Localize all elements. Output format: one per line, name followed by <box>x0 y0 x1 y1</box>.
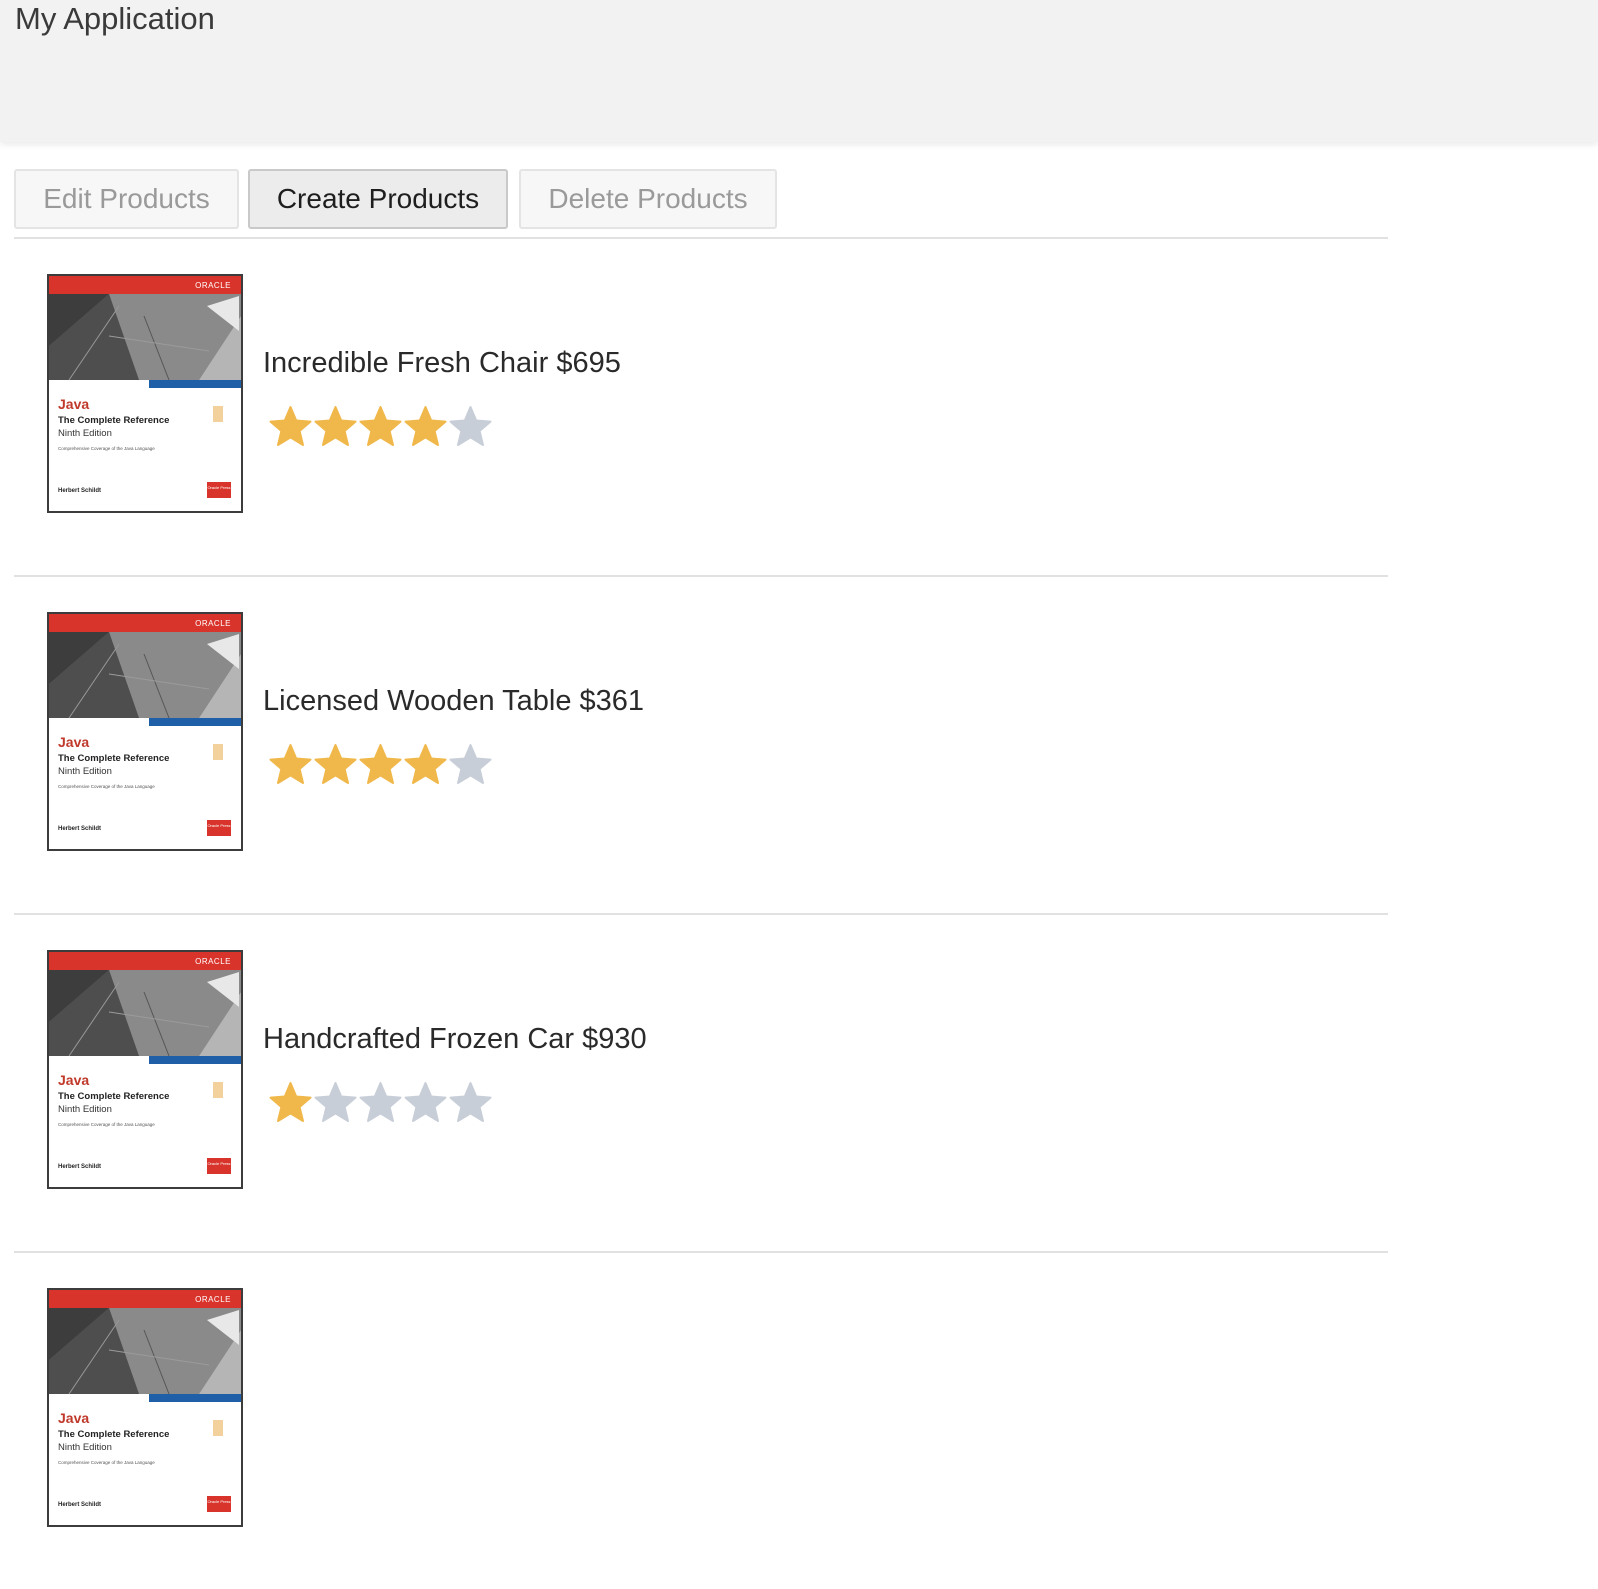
svg-text:Java: Java <box>58 734 89 750</box>
svg-text:Herbert Schildt: Herbert Schildt <box>58 488 101 494</box>
star-empty-icon[interactable] <box>448 741 493 789</box>
svg-text:Comprehensive Coverage of the: Comprehensive Coverage of the Java Langu… <box>58 1460 155 1465</box>
svg-text:Ninth Edition: Ninth Edition <box>58 428 112 439</box>
app-title: My Application <box>15 1 215 36</box>
svg-text:ORACLE: ORACLE <box>195 957 231 966</box>
product-list: ORACLE Java The Complete Reference Ninth… <box>14 239 1388 1589</box>
svg-text:Java: Java <box>58 1410 89 1426</box>
star-empty-icon[interactable] <box>448 403 493 451</box>
svg-text:Herbert Schildt: Herbert Schildt <box>58 826 101 832</box>
svg-text:Java: Java <box>58 396 89 412</box>
svg-text:Ninth Edition: Ninth Edition <box>58 766 112 777</box>
star-filled-icon[interactable] <box>268 1079 313 1127</box>
star-filled-icon[interactable] <box>358 403 403 451</box>
svg-text:Oracle Press: Oracle Press <box>207 823 230 828</box>
star-filled-icon[interactable] <box>403 403 448 451</box>
product-name: Licensed Wooden Table $361 <box>263 685 645 717</box>
star-empty-icon[interactable] <box>313 1079 358 1127</box>
product-name: Handcrafted Frozen Car $930 <box>263 1023 647 1055</box>
svg-text:The Complete Reference: The Complete Reference <box>58 415 169 426</box>
product-image[interactable]: ORACLE Java The Complete Reference Ninth… <box>47 612 243 851</box>
star-filled-icon[interactable] <box>268 741 313 789</box>
tab-create-products[interactable]: Create Products <box>248 169 508 229</box>
svg-text:Ninth Edition: Ninth Edition <box>58 1442 112 1453</box>
svg-text:The Complete Reference: The Complete Reference <box>58 1091 169 1102</box>
product-row: ORACLE Java The Complete Reference Ninth… <box>14 915 1388 1253</box>
product-image[interactable]: ORACLE Java The Complete Reference Ninth… <box>47 1288 243 1527</box>
product-image[interactable]: ORACLE Java The Complete Reference Ninth… <box>47 950 243 1189</box>
svg-text:ORACLE: ORACLE <box>195 281 231 290</box>
star-filled-icon[interactable] <box>403 741 448 789</box>
svg-text:The Complete Reference: The Complete Reference <box>58 1429 169 1440</box>
svg-text:ORACLE: ORACLE <box>195 1295 231 1304</box>
product-row: ORACLE Java The Complete Reference Ninth… <box>14 577 1388 915</box>
tab-edit-products[interactable]: Edit Products <box>14 169 239 229</box>
product-tabs: Edit Products Create Products Delete Pro… <box>14 169 1388 239</box>
svg-text:Oracle Press: Oracle Press <box>207 1499 230 1504</box>
app-header: My Application <box>0 0 1598 142</box>
product-image[interactable]: ORACLE Java The Complete Reference Ninth… <box>47 274 243 513</box>
svg-text:Herbert Schildt: Herbert Schildt <box>58 1164 101 1170</box>
svg-text:Comprehensive Coverage of the: Comprehensive Coverage of the Java Langu… <box>58 1122 155 1127</box>
star-rating[interactable] <box>268 741 493 789</box>
product-row-partial: ORACLE Java The Complete Reference Ninth… <box>14 1253 1388 1589</box>
star-filled-icon[interactable] <box>268 403 313 451</box>
svg-text:Comprehensive Coverage of the: Comprehensive Coverage of the Java Langu… <box>58 784 155 789</box>
svg-text:The Complete Reference: The Complete Reference <box>58 753 169 764</box>
star-filled-icon[interactable] <box>313 403 358 451</box>
star-filled-icon[interactable] <box>313 741 358 789</box>
star-filled-icon[interactable] <box>358 741 403 789</box>
star-rating[interactable] <box>268 403 493 451</box>
svg-text:Comprehensive Coverage of the: Comprehensive Coverage of the Java Langu… <box>58 446 155 451</box>
star-rating[interactable] <box>268 1079 493 1127</box>
star-empty-icon[interactable] <box>448 1079 493 1127</box>
svg-text:Oracle Press: Oracle Press <box>207 1161 230 1166</box>
svg-text:Ninth Edition: Ninth Edition <box>58 1104 112 1115</box>
product-row: ORACLE Java The Complete Reference Ninth… <box>14 239 1388 577</box>
star-empty-icon[interactable] <box>358 1079 403 1127</box>
product-name: Incredible Fresh Chair $695 <box>263 347 621 379</box>
svg-text:Herbert Schildt: Herbert Schildt <box>58 1502 101 1508</box>
svg-text:ORACLE: ORACLE <box>195 619 231 628</box>
svg-text:Java: Java <box>58 1072 89 1088</box>
svg-text:Oracle Press: Oracle Press <box>207 485 230 490</box>
tab-delete-products[interactable]: Delete Products <box>519 169 777 229</box>
star-empty-icon[interactable] <box>403 1079 448 1127</box>
